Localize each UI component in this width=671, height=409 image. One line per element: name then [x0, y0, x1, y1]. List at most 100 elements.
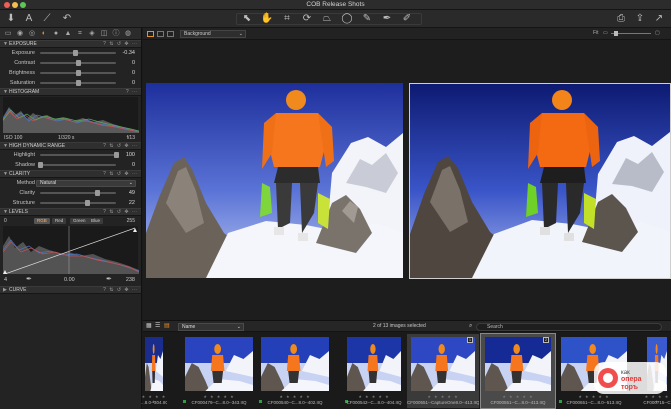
crop-icon[interactable]: ⌗ — [280, 12, 294, 26]
hdr-adjust-value[interactable]: 0 — [132, 160, 135, 170]
import-icon[interactable]: ⬇ — [4, 12, 18, 26]
image-viewer[interactable]: Background ⌄ Fit ▭ ▢ — [143, 28, 671, 320]
clarity-adjust-value[interactable]: 22 — [129, 198, 135, 208]
capture-tab-icon[interactable]: ◉ — [15, 29, 25, 39]
thumbnail-item[interactable]: ★ ★ ★ ★ ★ CF000479--C...8.0--343.IIQ — [181, 334, 257, 408]
hdr-adjust-slider-thumb[interactable] — [114, 152, 119, 158]
hdr-section-header[interactable]: ▼ HIGH DYNAMIC RANGE ? ⇅ ↺ ✥ ⋯ — [0, 142, 141, 150]
sort-select[interactable]: Name ⌄ — [178, 323, 244, 331]
undo-icon[interactable]: ↶ — [60, 12, 74, 26]
levels-channel-green[interactable]: Green — [70, 218, 89, 224]
photo-variant-1[interactable] — [146, 83, 403, 278]
detail-tab-icon[interactable]: ▲ — [63, 29, 73, 39]
exposure-adjust-slider-thumb[interactable] — [76, 70, 81, 76]
levels-midpoint-input[interactable]: 0.00 — [64, 274, 75, 286]
levels-channel-red[interactable]: Red — [52, 218, 67, 224]
clarity-adjust-slider[interactable] — [40, 190, 116, 196]
exposure-adjust-slider[interactable] — [40, 50, 116, 56]
photo-variant-2-selected[interactable] — [409, 83, 671, 279]
local-tab-icon[interactable]: ◈ — [87, 29, 97, 39]
thumbnail-item[interactable]: ★ ★ ★ ★ ★ ...8.0--304.IIQ — [141, 334, 167, 408]
color-tab-icon[interactable]: ● — [51, 29, 61, 39]
mask-brush-icon[interactable]: ✎ — [360, 12, 374, 26]
section-tools-icon[interactable]: ? ⇅ ↺ ✥ ⋯ — [103, 209, 138, 216]
section-tools-icon[interactable]: ? ⇅ ↺ ✥ ⋯ — [103, 41, 138, 48]
levels-graph[interactable] — [3, 226, 139, 274]
clarity-adjust-slider-thumb[interactable] — [85, 200, 91, 206]
filmstrip-view-icon[interactable]: ▤ — [164, 321, 170, 331]
list-view-icon[interactable]: ☰ — [155, 321, 160, 331]
exposure-adjust-slider[interactable] — [40, 70, 116, 76]
cursor-icon[interactable]: ⬉ — [240, 12, 254, 26]
exposure-adjust-value[interactable]: -0.34 — [122, 48, 135, 58]
exposure-section-header[interactable]: ▼ EXPOSURE ? ⇅ ↺ ✥ ⋯ — [0, 40, 141, 48]
eyedropper-black-icon[interactable]: ✒ — [26, 274, 32, 286]
clarity-method-select[interactable]: Natural ⌄ — [36, 180, 136, 187]
thumbnail-image[interactable] — [145, 337, 163, 391]
output-tab-icon[interactable]: ◫ — [99, 29, 109, 39]
compare-view-button[interactable] — [167, 31, 174, 37]
metadata-tab-icon[interactable]: ⓘ — [111, 29, 121, 39]
thumbnail-image[interactable] — [485, 337, 551, 391]
picker-icon[interactable]: ✒ — [380, 12, 394, 26]
collapse-triangle-icon[interactable]: ▼ — [3, 171, 8, 178]
rating-stars-icon[interactable]: ★ ★ ★ ★ ★ — [407, 394, 479, 399]
collapse-triangle-icon[interactable]: ▼ — [3, 41, 8, 48]
section-tools-icon[interactable]: ? ⇅ ↺ ✥ ⋯ — [103, 287, 138, 294]
thumbnail-image[interactable] — [261, 337, 329, 391]
thumbnail-item[interactable]: ★ ★ ★ ★ ★ CF000540--C...8.0--402.IIQ — [257, 334, 333, 408]
exposure-adjust-slider[interactable] — [40, 60, 116, 66]
zoom-out-icon[interactable]: ▭ — [603, 30, 608, 36]
keystone-icon[interactable]: ⏢ — [320, 12, 334, 26]
rating-stars-icon[interactable]: ★ ★ ★ ★ ★ — [481, 394, 555, 399]
thumbnail-item[interactable]: 2 ★ ★ ★ ★ ★ CF000551--C...8.0--413.IIQ — [480, 333, 556, 409]
exposure-adjust-slider-thumb[interactable] — [72, 50, 78, 56]
thumbnail-image[interactable] — [185, 337, 253, 391]
hdr-adjust-value[interactable]: 100 — [126, 150, 135, 160]
thumbnail-item[interactable]: 1 ★ ★ ★ ★ ★ CF000551--CaptureOne8.0--413.I… — [407, 334, 479, 408]
hdr-adjust-slider-thumb[interactable] — [38, 162, 43, 168]
collapse-triangle-icon[interactable]: ▼ — [3, 143, 8, 150]
exposure-adjust-value[interactable]: 0 — [132, 78, 135, 88]
pan-icon[interactable]: ✋ — [260, 12, 274, 26]
curve-section-header[interactable]: ▶ CURVE ? ⇅ ↺ ✥ ⋯ — [0, 286, 141, 294]
clarity-adjust-slider-thumb[interactable] — [95, 190, 100, 196]
rating-stars-icon[interactable]: ★ ★ ★ ★ ★ — [181, 394, 257, 399]
collapse-triangle-icon[interactable]: ▼ — [3, 209, 8, 216]
filter-icon[interactable]: ⌕ — [469, 321, 472, 331]
batch-tab-icon[interactable]: ◍ — [123, 29, 133, 39]
exposure-adjust-slider[interactable] — [40, 80, 116, 86]
levels-low-input[interactable]: 4 — [4, 274, 7, 286]
thumbnail-item[interactable]: ★ ★ ★ ★ ★ CF000542--C...8.0--404.IIQ — [343, 334, 405, 408]
zoom-control[interactable]: Fit ▭ ▢ — [593, 30, 665, 37]
exposure-adjust-slider-thumb[interactable] — [76, 80, 81, 86]
collapse-triangle-icon[interactable]: ▶ — [3, 287, 7, 294]
exposure-tab-icon[interactable]: ◐ — [39, 29, 49, 39]
eyedropper-white-icon[interactable]: ✒ — [106, 274, 112, 286]
crop-tab-icon[interactable]: ⌗ — [75, 29, 85, 39]
levels-channel-blue[interactable]: Blue — [88, 218, 104, 224]
lens-tab-icon[interactable]: ◎ — [27, 29, 37, 39]
section-tools-icon[interactable]: ? ⋯ — [126, 89, 138, 96]
single-view-button[interactable] — [147, 31, 154, 37]
search-input[interactable]: Search — [476, 323, 662, 331]
levels-high-input[interactable]: 238 — [126, 274, 135, 286]
library-tab-icon[interactable]: ▭ — [3, 29, 13, 39]
hdr-adjust-slider[interactable] — [40, 152, 119, 158]
thumbnail-image[interactable] — [411, 337, 475, 391]
hdr-adjust-slider[interactable] — [38, 162, 116, 168]
clarity-section-header[interactable]: ▼ CLARITY ? ⇅ ↺ ✥ ⋯ — [0, 170, 141, 178]
exposure-adjust-value[interactable]: 0 — [132, 58, 135, 68]
zoom-in-icon[interactable]: ▢ — [655, 30, 660, 36]
exposure-adjust-slider-thumb[interactable] — [76, 60, 81, 66]
spot-removal-icon[interactable]: ◯ — [340, 12, 354, 26]
histogram-section-header[interactable]: ▼ HISTOGRAM ? ⋯ — [0, 88, 141, 96]
export-icon[interactable]: ⇪ — [633, 12, 647, 26]
levels-section-header[interactable]: ▼ LEVELS ? ⇅ ↺ ✥ ⋯ — [0, 208, 141, 216]
brush-icon[interactable]: ⟋ — [40, 12, 54, 26]
rotate-icon[interactable]: ⟳ — [300, 12, 314, 26]
clarity-adjust-value[interactable]: 49 — [129, 188, 135, 198]
share-icon[interactable]: ↗ — [652, 12, 666, 26]
text-tool-icon[interactable]: A — [22, 12, 36, 26]
clarity-adjust-slider[interactable] — [40, 200, 116, 206]
